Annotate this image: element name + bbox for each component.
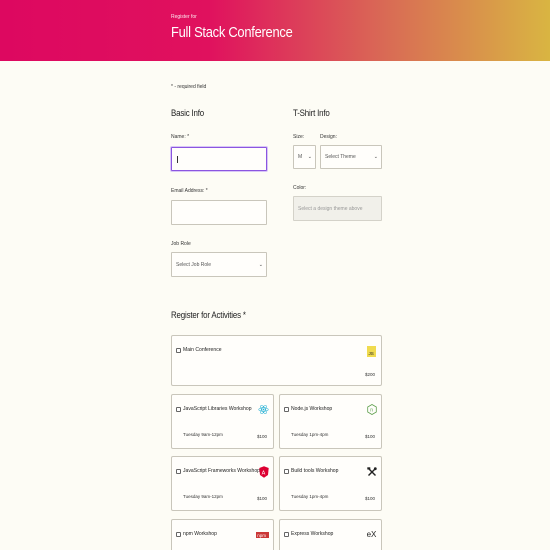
activity-checkbox[interactable] — [176, 469, 181, 474]
design-selected: Select Theme — [325, 154, 356, 160]
name-input[interactable] — [171, 147, 267, 171]
angular-icon: A — [258, 465, 269, 478]
activities-heading: Register for Activities * — [171, 310, 246, 320]
chevron-down-icon: ⌄ — [307, 154, 312, 160]
job-role-selected: Select Job Role — [176, 261, 212, 268]
js-icon: JS — [366, 346, 377, 357]
activity-price: $100 — [256, 434, 267, 439]
size-select[interactable]: M ⌄ — [293, 145, 316, 169]
activity-price: $100 — [364, 434, 375, 439]
react-icon — [258, 404, 269, 415]
activity-time: Tuesday 1pm-4pm — [291, 432, 329, 437]
svg-text:JS: JS — [369, 351, 374, 356]
activity-name: Node.js Workshop — [291, 406, 333, 412]
activity-time: Tuesday 9am-12pm — [183, 494, 223, 499]
nodejs-icon: n — [366, 404, 377, 415]
required-note: * - required field — [171, 84, 207, 90]
activity-time: Tuesday 9am-12pm — [183, 432, 223, 437]
job-role-select[interactable]: Select Job Role ⌄ — [171, 252, 267, 277]
size-label: Size: — [293, 134, 305, 140]
email-input[interactable] — [171, 200, 267, 225]
design-select[interactable]: Select Theme ⌄ — [320, 145, 382, 169]
page-title: Full Stack Conference — [171, 24, 293, 41]
activity-npm[interactable]: npm Workshop npm — [171, 519, 274, 550]
activity-price: $200 — [364, 372, 375, 377]
npm-icon: npm — [256, 529, 269, 540]
activity-nodejs[interactable]: Node.js Workshop Tuesday 1pm-4pm n $100 — [279, 394, 382, 449]
activity-name: JavaScript Libraries Workshop — [183, 406, 252, 412]
activity-price: $100 — [364, 496, 375, 501]
activity-name: Main Conference — [183, 347, 222, 353]
svg-text:npm: npm — [257, 532, 266, 537]
basic-info-heading: Basic Info — [171, 108, 205, 118]
activity-main-conference[interactable]: Main Conference JS $200 — [171, 335, 382, 386]
activity-checkbox[interactable] — [284, 532, 289, 537]
activity-name: Build tools Workshop — [291, 468, 339, 474]
email-label: Email Address: * — [171, 188, 208, 194]
activity-time: Tuesday 1pm-4pm — [291, 494, 329, 499]
color-select[interactable]: Select a design theme above — [293, 196, 382, 221]
color-selected: Select a design theme above — [298, 205, 363, 212]
tools-icon — [366, 466, 377, 477]
activity-checkbox[interactable] — [176, 348, 181, 353]
page-header: Register for Full Stack Conference — [0, 0, 550, 61]
activity-price: $100 — [256, 496, 267, 501]
activity-name: Express Workshop — [291, 531, 334, 537]
activity-checkbox[interactable] — [284, 469, 289, 474]
activity-name: npm Workshop — [183, 531, 217, 537]
chevron-down-icon: ⌄ — [373, 154, 378, 160]
svg-text:n: n — [370, 408, 373, 414]
activity-express[interactable]: Express Workshop eX — [279, 519, 382, 550]
name-label: Name: * — [171, 134, 190, 140]
color-label: Color: — [293, 185, 307, 191]
header-subtitle: Register for — [171, 14, 197, 20]
chevron-down-icon: ⌄ — [258, 261, 263, 268]
activity-checkbox[interactable] — [284, 407, 289, 412]
activity-name: JavaScript Frameworks Workshop — [183, 468, 260, 474]
size-selected: M — [298, 154, 303, 160]
svg-text:A: A — [261, 470, 265, 476]
activity-build-tools[interactable]: Build tools Workshop Tuesday 1pm-4pm $10… — [279, 456, 382, 511]
activity-js-frameworks[interactable]: JavaScript Frameworks Workshop Tuesday 9… — [171, 456, 274, 511]
activity-checkbox[interactable] — [176, 532, 181, 537]
text-cursor — [177, 155, 178, 163]
express-icon: eX — [366, 530, 377, 539]
activity-checkbox[interactable] — [176, 407, 181, 412]
tshirt-info-heading: T-Shirt Info — [293, 108, 330, 118]
job-role-label: Job Role — [171, 241, 191, 247]
activity-js-libraries[interactable]: JavaScript Libraries Workshop Tuesday 9a… — [171, 394, 274, 449]
design-label: Design: — [320, 134, 337, 140]
